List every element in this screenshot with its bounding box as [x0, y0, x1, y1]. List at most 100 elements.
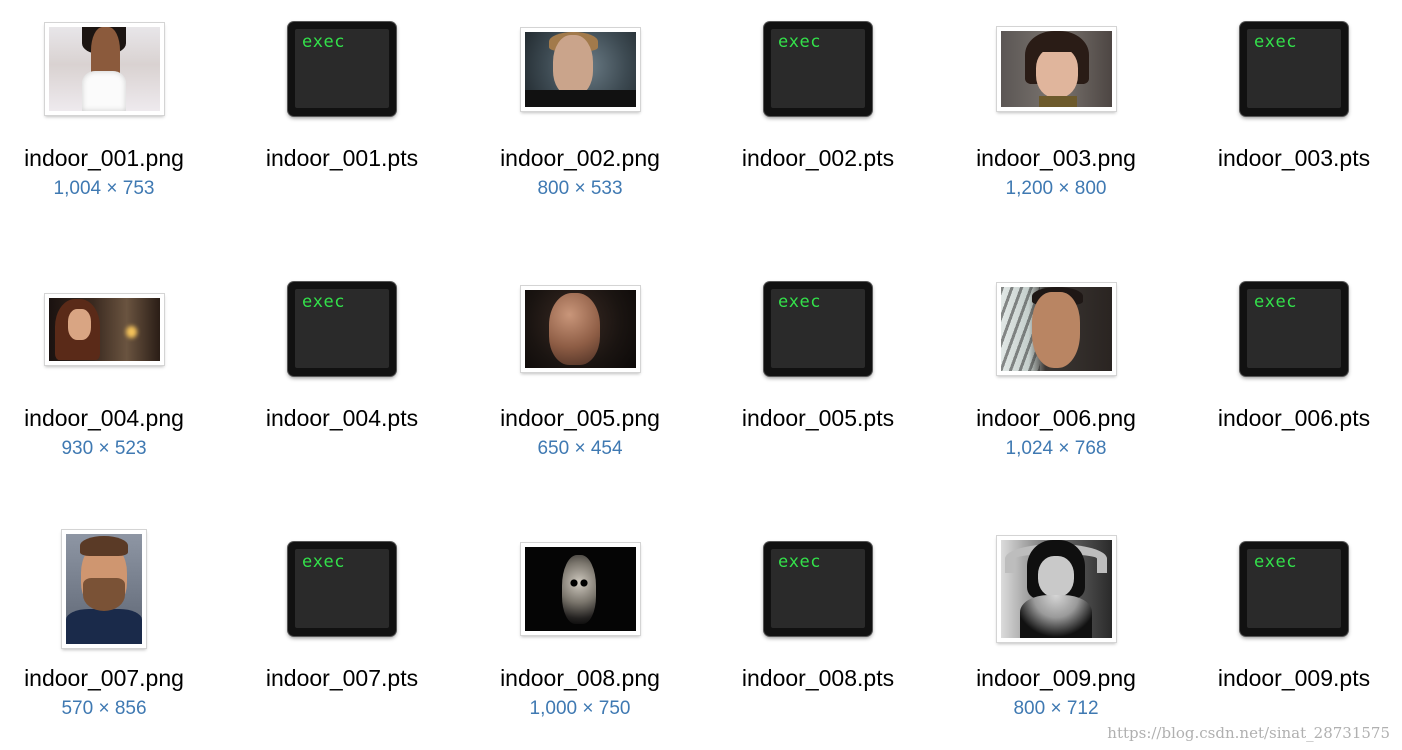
exec-file-icon: exec: [1240, 542, 1348, 636]
image-thumbnail: [44, 23, 164, 115]
file-name: indoor_003.pts: [1217, 145, 1371, 171]
file-name: indoor_005.png: [500, 405, 660, 431]
file-item[interactable]: indoor_001.png 1,004 × 753: [0, 0, 223, 230]
photo-preview: [66, 534, 142, 644]
image-dimensions: 800 × 533: [537, 178, 623, 199]
file-thumbnail[interactable]: [0, 10, 223, 128]
exec-file-icon: exec: [1240, 22, 1348, 116]
image-dimensions: 800 × 712: [1013, 698, 1099, 719]
file-item[interactable]: exec indoor_008.pts: [699, 520, 937, 750]
file-thumbnail[interactable]: exec: [1175, 530, 1402, 648]
file-item[interactable]: indoor_007.png 570 × 856: [0, 520, 223, 750]
terminal-screen: exec: [295, 289, 389, 368]
file-name: indoor_008.png: [500, 665, 660, 691]
image-dimensions: 570 × 856: [61, 698, 147, 719]
file-name: indoor_002.png: [500, 145, 660, 171]
photo-preview: [1000, 540, 1112, 638]
image-thumbnail: [996, 536, 1116, 642]
file-thumbnail[interactable]: [461, 270, 699, 388]
exec-file-icon: exec: [288, 542, 396, 636]
watermark: https://blog.csdn.net/sinat_28731575: [1107, 724, 1390, 742]
terminal-screen: exec: [295, 549, 389, 628]
photo-preview: [1000, 287, 1112, 371]
file-thumbnail[interactable]: [461, 530, 699, 648]
terminal-screen: exec: [771, 29, 865, 108]
file-name: indoor_008.pts: [741, 665, 895, 691]
file-thumbnail[interactable]: exec: [223, 530, 461, 648]
terminal-screen: exec: [1247, 549, 1341, 628]
file-item[interactable]: indoor_006.png 1,024 × 768: [937, 260, 1175, 490]
photo-preview: [524, 290, 636, 368]
exec-file-icon: exec: [1240, 282, 1348, 376]
file-name: indoor_007.png: [24, 665, 184, 691]
image-thumbnail: [520, 286, 640, 372]
terminal-screen: exec: [1247, 289, 1341, 368]
exec-file-icon: exec: [764, 22, 872, 116]
file-thumbnail[interactable]: [461, 10, 699, 128]
file-item[interactable]: exec indoor_009.pts: [1175, 520, 1402, 750]
file-thumbnail[interactable]: exec: [699, 10, 937, 128]
file-thumbnail[interactable]: exec: [223, 270, 461, 388]
exec-file-icon: exec: [288, 22, 396, 116]
file-name: indoor_007.pts: [265, 665, 419, 691]
exec-label: exec: [302, 32, 345, 52]
file-item[interactable]: exec indoor_004.pts: [223, 260, 461, 490]
image-thumbnail: [62, 530, 146, 648]
image-dimensions: 1,024 × 768: [1005, 438, 1107, 459]
file-item[interactable]: indoor_003.png 1,200 × 800: [937, 0, 1175, 230]
file-thumbnail[interactable]: [937, 530, 1175, 648]
file-item[interactable]: exec indoor_006.pts: [1175, 260, 1402, 490]
exec-label: exec: [778, 32, 821, 52]
exec-file-icon: exec: [288, 282, 396, 376]
file-item[interactable]: indoor_004.png 930 × 523: [0, 260, 223, 490]
file-name: indoor_003.png: [976, 145, 1136, 171]
exec-label: exec: [778, 292, 821, 312]
file-item[interactable]: exec indoor_007.pts: [223, 520, 461, 750]
terminal-screen: exec: [771, 289, 865, 368]
photo-preview: [524, 31, 636, 107]
exec-label: exec: [1254, 552, 1297, 572]
file-thumbnail[interactable]: exec: [1175, 10, 1402, 128]
image-dimensions: 1,200 × 800: [1005, 178, 1107, 199]
file-name: indoor_006.png: [976, 405, 1136, 431]
file-thumbnail[interactable]: [0, 270, 223, 388]
file-name: indoor_001.png: [24, 145, 184, 171]
image-thumbnail: [996, 283, 1116, 375]
image-thumbnail: [996, 27, 1116, 111]
exec-label: exec: [1254, 292, 1297, 312]
file-thumbnail[interactable]: exec: [223, 10, 461, 128]
image-dimensions: 1,004 × 753: [53, 178, 155, 199]
photo-preview: [48, 27, 160, 111]
exec-label: exec: [1254, 32, 1297, 52]
file-thumbnail[interactable]: [937, 10, 1175, 128]
file-name: indoor_004.png: [24, 405, 184, 431]
file-thumbnail[interactable]: exec: [699, 530, 937, 648]
file-icon-grid: indoor_001.png 1,004 × 753 exec indoor_0…: [0, 0, 1402, 750]
image-thumbnail: [520, 543, 640, 635]
file-name: indoor_009.pts: [1217, 665, 1371, 691]
file-item[interactable]: exec indoor_005.pts: [699, 260, 937, 490]
file-item[interactable]: indoor_005.png 650 × 454: [461, 260, 699, 490]
exec-file-icon: exec: [764, 282, 872, 376]
image-thumbnail: [520, 27, 640, 111]
terminal-screen: exec: [771, 549, 865, 628]
exec-label: exec: [302, 292, 345, 312]
file-name: indoor_006.pts: [1217, 405, 1371, 431]
photo-preview: [1000, 31, 1112, 107]
file-item[interactable]: indoor_008.png 1,000 × 750: [461, 520, 699, 750]
photo-preview: [48, 297, 160, 361]
file-name: indoor_009.png: [976, 665, 1136, 691]
photo-preview: [524, 547, 636, 631]
file-item[interactable]: indoor_009.png 800 × 712: [937, 520, 1175, 750]
file-thumbnail[interactable]: exec: [1175, 270, 1402, 388]
file-thumbnail[interactable]: [937, 270, 1175, 388]
file-item[interactable]: indoor_002.png 800 × 533: [461, 0, 699, 230]
file-item[interactable]: exec indoor_003.pts: [1175, 0, 1402, 230]
file-thumbnail[interactable]: [0, 530, 223, 648]
file-thumbnail[interactable]: exec: [699, 270, 937, 388]
exec-label: exec: [302, 552, 345, 572]
terminal-screen: exec: [1247, 29, 1341, 108]
image-thumbnail: [44, 293, 164, 365]
file-item[interactable]: exec indoor_001.pts: [223, 0, 461, 230]
file-item[interactable]: exec indoor_002.pts: [699, 0, 937, 230]
